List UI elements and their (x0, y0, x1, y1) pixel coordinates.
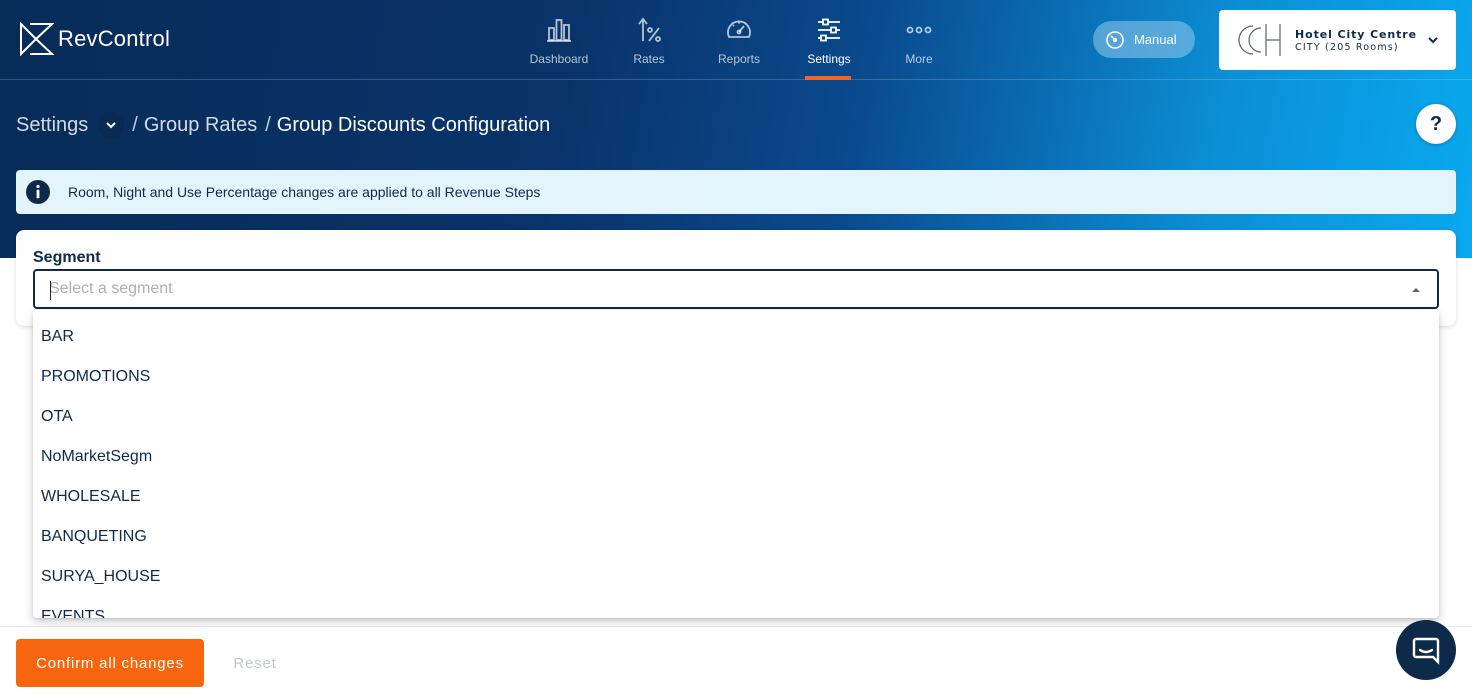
confirm-all-changes-button[interactable]: Confirm all changes (16, 639, 204, 687)
segment-select[interactable] (33, 269, 1439, 309)
breadcrumb-dropdown-button[interactable] (98, 112, 125, 138)
nav-item-rates[interactable]: Rates (605, 0, 693, 80)
nav-label: Dashboard (529, 52, 589, 66)
chat-bubble-icon (1412, 637, 1440, 665)
nav-item-reports[interactable]: Reports (695, 0, 783, 80)
segment-option[interactable]: BAR (33, 317, 1439, 357)
nav-label: Reports (717, 52, 761, 66)
hotel-info: Hotel City Centre CITY (205 Rooms) (1295, 28, 1417, 53)
main-nav: Dashboard Rates Reports Settings More (515, 0, 965, 80)
sliders-icon (818, 18, 840, 42)
reset-button[interactable]: Reset (222, 639, 288, 687)
segment-option[interactable]: OTA (33, 397, 1439, 437)
footer-action-bar: Confirm all changes Reset (0, 626, 1472, 696)
segment-option[interactable]: SURYA_HOUSE (33, 557, 1439, 597)
info-icon (26, 180, 50, 204)
nav-label: More (905, 52, 933, 66)
nav-item-more[interactable]: More (875, 0, 963, 80)
breadcrumb-settings[interactable]: Settings (16, 114, 88, 137)
caret-up-icon[interactable] (1411, 285, 1421, 295)
segment-dropdown-menu: BAR PROMOTIONS OTA NoMarketSegm WHOLESAL… (33, 310, 1439, 618)
top-navigation-bar: RevControl Dashboard Rates Reports Setti… (0, 0, 1472, 80)
chevron-down-icon (106, 122, 116, 129)
rates-percent-icon (638, 17, 661, 42)
chevron-down-icon (1428, 37, 1438, 44)
segment-option[interactable]: BANQUETING (33, 517, 1439, 557)
nav-item-dashboard[interactable]: Dashboard (515, 0, 603, 80)
bar-chart-icon (547, 19, 571, 42)
hotel-logo-icon (1238, 24, 1281, 56)
mode-label: Manual (1134, 32, 1177, 47)
segment-option[interactable]: EVENTS (33, 597, 1439, 618)
nav-item-settings[interactable]: Settings (785, 0, 873, 80)
breadcrumb-separator: / (265, 113, 271, 136)
hotel-subtitle: CITY (205 Rooms) (1295, 41, 1399, 53)
breadcrumb-separator: / (132, 113, 138, 136)
page-title: Group Discounts Configuration (276, 113, 551, 136)
speedometer-icon (727, 20, 751, 38)
segment-label: Segment (33, 249, 101, 266)
brand-name: RevControl (58, 26, 171, 51)
mode-toggle-button[interactable]: Manual (1093, 21, 1195, 58)
nav-label: Settings (807, 52, 851, 66)
chat-launcher-button[interactable] (1396, 620, 1456, 680)
more-dots-icon (906, 26, 932, 34)
nav-label: Rates (633, 52, 665, 66)
segment-option[interactable]: PROMOTIONS (33, 357, 1439, 397)
segment-option[interactable]: WHOLESALE (33, 477, 1439, 517)
hotel-name: Hotel City Centre (1295, 27, 1417, 41)
breadcrumb-group-rates[interactable]: Group Rates (144, 114, 257, 137)
segment-option[interactable]: NoMarketSegm (33, 437, 1439, 477)
text-caret (50, 281, 51, 300)
revcontrol-logo-icon (20, 22, 54, 56)
breadcrumb: Settings / Group Rates / Group Discounts… (16, 112, 550, 138)
hotel-selector[interactable]: Hotel City Centre CITY (205 Rooms) (1219, 10, 1456, 70)
segment-options-list: BAR PROMOTIONS OTA NoMarketSegm WHOLESAL… (33, 310, 1439, 618)
info-message: Room, Night and Use Percentage changes a… (68, 184, 541, 200)
help-button[interactable]: ? (1416, 104, 1456, 144)
gauge-icon (1106, 30, 1124, 49)
segment-input[interactable] (49, 280, 1349, 298)
info-banner: Room, Night and Use Percentage changes a… (16, 170, 1456, 214)
brand-logo[interactable]: RevControl (18, 22, 170, 56)
